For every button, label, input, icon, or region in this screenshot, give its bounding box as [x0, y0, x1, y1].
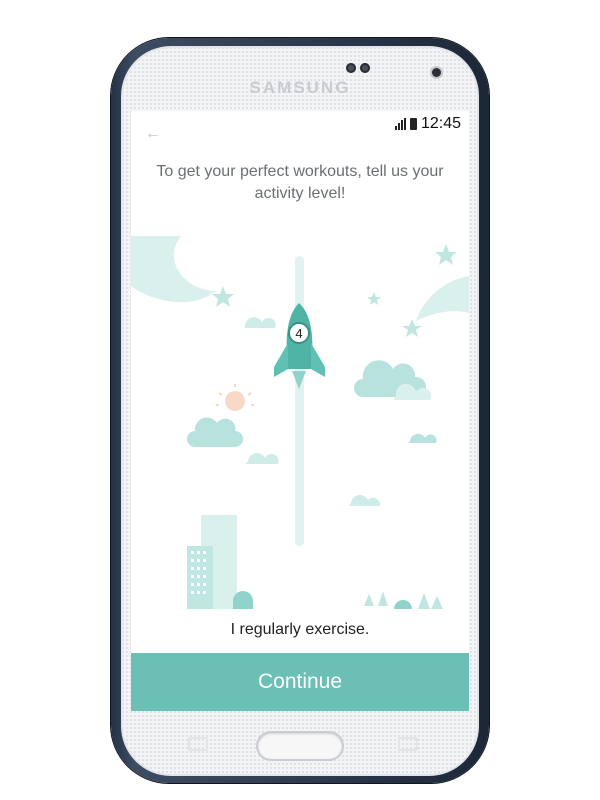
battery-icon — [409, 118, 417, 130]
cloud-icon — [408, 433, 437, 443]
star-icon — [212, 286, 234, 307]
continue-button[interactable]: Continue — [131, 653, 469, 711]
crescent-moon-icon — [416, 276, 469, 321]
status-time: 12:45 — [420, 115, 461, 132]
activity-slider-track[interactable] — [295, 256, 304, 546]
speaker-dot — [360, 63, 370, 73]
activity-level-caption: I regularly exercise. — [230, 621, 370, 638]
sun-icon — [216, 384, 254, 411]
speaker-dot — [346, 63, 356, 73]
cloud-icon — [246, 453, 279, 464]
cloud-icon — [187, 417, 243, 447]
star-icon — [367, 292, 381, 305]
status-bar: 12:45 — [394, 115, 461, 133]
cloud-icon — [245, 317, 276, 328]
app-screen: 12:45 ← To get your perfect workouts, te… — [131, 111, 469, 711]
star-icon — [402, 319, 422, 337]
activity-illustration: 4 — [131, 236, 469, 609]
back-key[interactable] — [398, 737, 418, 751]
buildings-illustration — [187, 515, 253, 609]
trees-illustration — [364, 591, 443, 609]
small-moon-icon — [254, 237, 271, 256]
cloud-icon — [349, 495, 381, 506]
back-arrow-icon[interactable]: ← — [145, 125, 161, 143]
crescent-moon-icon — [131, 236, 216, 303]
signal-icon — [394, 118, 406, 130]
activity-level-value: 4 — [295, 326, 302, 341]
recent-apps-key[interactable] — [188, 737, 208, 751]
rocket-slider-handle[interactable] — [274, 303, 325, 389]
star-icon — [435, 244, 457, 265]
home-button[interactable] — [258, 733, 342, 759]
brand-logo: SAMSUNG — [249, 78, 351, 97]
page-title: To get your perfect workouts, tell us yo… — [156, 163, 444, 202]
front-camera — [432, 68, 441, 77]
